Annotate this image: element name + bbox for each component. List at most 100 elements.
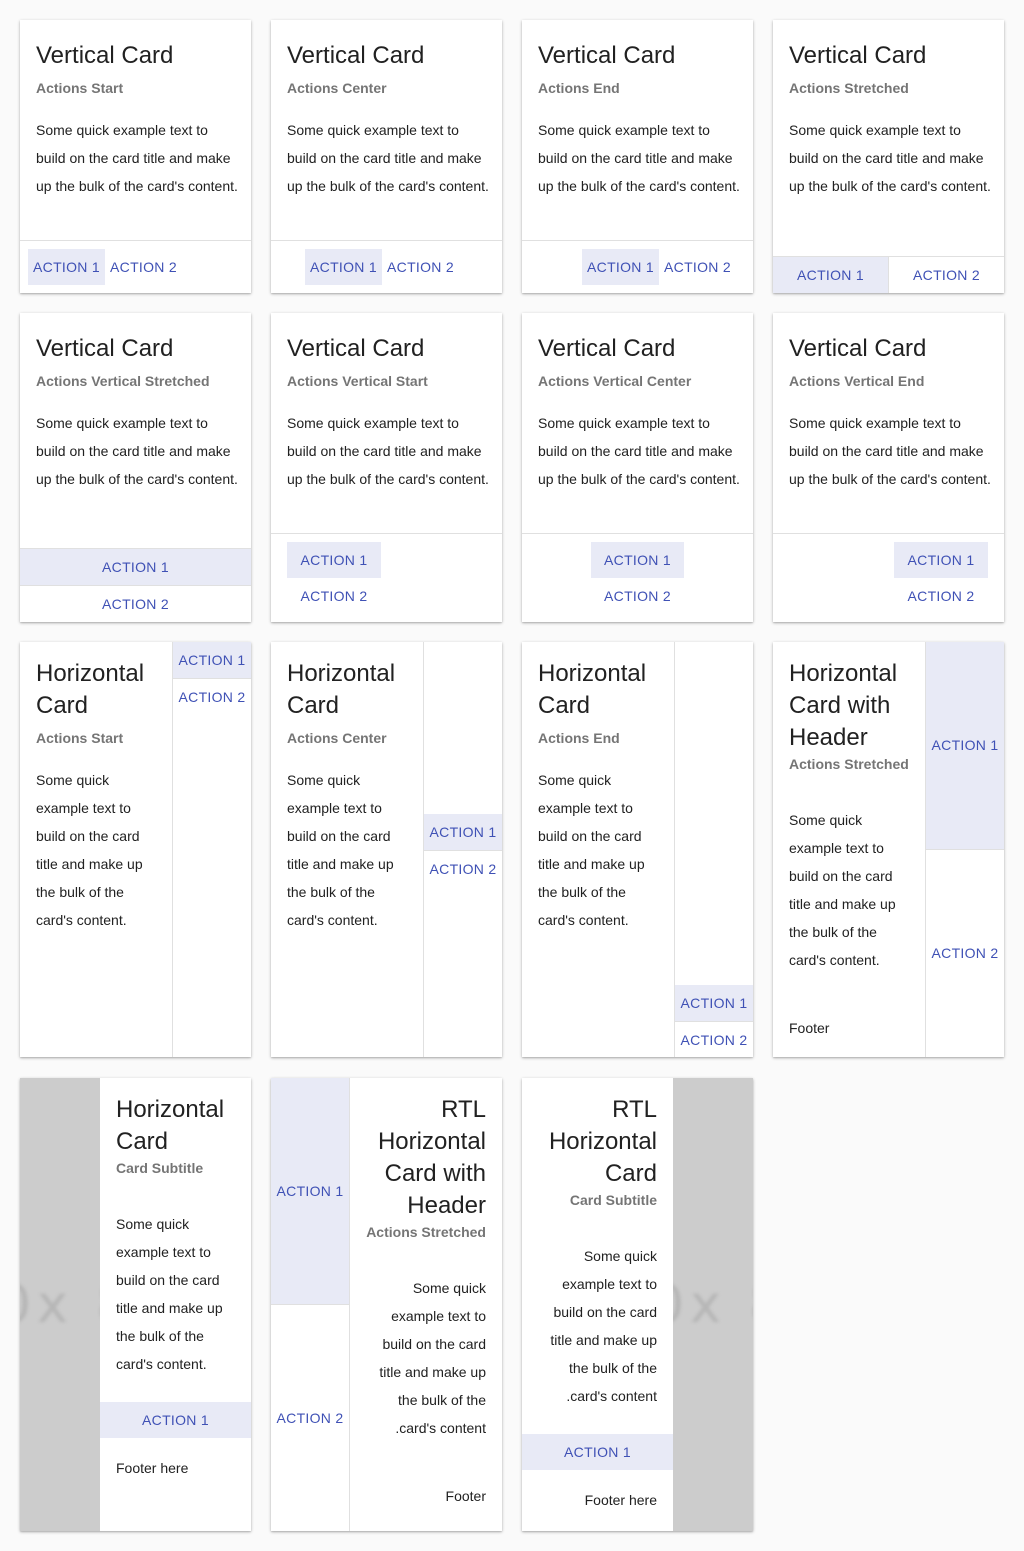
action-1-button[interactable]: ACTION 1 (20, 549, 251, 585)
action-2-button[interactable]: ACTION 2 (894, 578, 988, 614)
action-1-button[interactable]: ACTION 1 (305, 249, 382, 285)
card-rtl-horizontal-with-header: ACTION 1 ACTION 2 RTL Horizontal Card wi… (271, 1078, 502, 1531)
card-subtitle: Actions Stretched (789, 80, 909, 96)
card-vertical-actions-vertical-start: Vertical Card Actions Vertical Start Som… (271, 313, 502, 622)
action-2-button[interactable]: ACTION 2 (20, 586, 251, 622)
card-title: Vertical Card (789, 335, 927, 362)
card-title: RTL Horizontal Card with Header (377, 1096, 486, 1219)
action-2-button[interactable]: ACTION 2 (591, 578, 684, 614)
card-subtitle: Actions End (538, 80, 620, 96)
card-text: Some quick example text to build on the … (36, 415, 238, 487)
action-1-button[interactable]: ACTION 1 (173, 642, 251, 678)
card-text: Some quick example text to build on the … (287, 415, 489, 487)
card-title: Vertical Card (287, 335, 425, 362)
card-text: Some quick example text to build on the … (287, 122, 489, 194)
card-rtl-horizontal-media: RTL Horizontal Card Card Subtitle Some q… (522, 1078, 753, 1531)
card-text: Some quick example text to build on the … (287, 772, 394, 928)
action-1-button[interactable]: ACTION 1 (582, 249, 659, 285)
card-subtitle: Card Subtitle (116, 1160, 204, 1176)
card-title: Horizontal Card (36, 660, 145, 719)
card-text: Some quick example text to build on the … (36, 772, 143, 928)
card-horizontal-with-header: Horizontal Card with Header Actions Stre… (773, 642, 1004, 1057)
action-2-button[interactable]: ACTION 2 (287, 578, 381, 614)
action-1-button[interactable]: ACTION 1 (773, 257, 888, 293)
card-text: Some quick example text to build on the … (538, 122, 740, 194)
card-title: Horizontal Card (287, 660, 396, 719)
divider (20, 240, 251, 241)
action-2-button[interactable]: ACTION 2 (382, 249, 459, 285)
card-horizontal-actions-end: Horizontal Card Actions End Some quick e… (522, 642, 753, 1057)
card-text: Some quick example text to build on the … (789, 122, 991, 194)
action-1-button[interactable]: ACTION 1 (424, 814, 502, 850)
card-title: Vertical Card (287, 42, 425, 69)
divider (522, 240, 753, 241)
card-subtitle: Card Subtitle (569, 1192, 657, 1208)
card-subtitle: Actions Start (36, 730, 124, 746)
card-vertical-actions-vertical-stretched: Vertical Card Actions Vertical Stretched… (20, 313, 251, 622)
card-footer: Footer (789, 1020, 830, 1036)
card-title: Horizontal Card (116, 1096, 225, 1155)
card-footer: Footer (445, 1488, 486, 1504)
card-horizontal-actions-start: Horizontal Card Actions Start Some quick… (20, 642, 251, 1057)
card-horizontal-actions-center: Horizontal Card Actions Center Some quic… (271, 642, 502, 1057)
card-subtitle: Actions Start (36, 80, 124, 96)
action-2-button[interactable]: ACTION 2 (675, 1022, 753, 1057)
action-1-button[interactable]: ACTION 1 (287, 542, 381, 578)
action-2-button[interactable]: ACTION 2 (659, 249, 736, 285)
divider (349, 1078, 350, 1531)
card-title: Horizontal Card (538, 660, 647, 719)
card-title: Vertical Card (36, 335, 174, 362)
card-text: Some quick example text to build on the … (36, 122, 238, 194)
action-1-button[interactable]: ACTION 1 (271, 1078, 349, 1304)
card-vertical-actions-vertical-end: Vertical Card Actions Vertical End Some … (773, 313, 1004, 622)
card-title: Vertical Card (538, 335, 676, 362)
action-1-button[interactable]: ACTION 1 (522, 1434, 673, 1470)
card-text: Some quick example text to build on the … (538, 415, 740, 487)
card-text: Some quick example text to build on the … (789, 812, 896, 968)
card-title: Vertical Card (789, 42, 927, 69)
card-subtitle: Actions Center (287, 80, 387, 96)
card-vertical-actions-vertical-center: Vertical Card Actions Vertical Center So… (522, 313, 753, 622)
card-subtitle: Actions Vertical Center (538, 373, 692, 389)
action-1-button[interactable]: ACTION 1 (28, 249, 105, 285)
card-footer: Footer here (116, 1460, 189, 1476)
card-subtitle: Actions Stretched (789, 756, 909, 772)
action-2-button[interactable]: ACTION 2 (271, 1305, 349, 1531)
divider (522, 533, 753, 534)
action-1-button[interactable]: ACTION 1 (894, 542, 988, 578)
card-vertical-actions-end: Vertical Card Actions End Some quick exa… (522, 20, 753, 293)
card-title: Horizontal Card with Header (789, 660, 898, 751)
card-subtitle: Actions Stretched (366, 1224, 486, 1240)
card-text: Some quick example text to build on the … (379, 1280, 486, 1436)
card-title: Vertical Card (538, 42, 676, 69)
card-subtitle: Actions Vertical End (789, 373, 925, 389)
divider (271, 533, 502, 534)
card-text: Some quick example text to build on the … (116, 1216, 223, 1372)
card-subtitle: Actions Vertical Start (287, 373, 428, 389)
card-subtitle: Actions Vertical Stretched (36, 373, 210, 389)
action-1-button[interactable]: ACTION 1 (675, 985, 753, 1021)
card-title: Vertical Card (36, 42, 174, 69)
card-horizontal-media: 0x 8 Horizontal Card Card Subtitle Some … (20, 1078, 251, 1531)
card-vertical-actions-stretched: Vertical Card Actions Stretched Some qui… (773, 20, 1004, 293)
card-subtitle: Actions Center (287, 730, 387, 746)
divider (773, 533, 1004, 534)
card-vertical-actions-center: Vertical Card Actions Center Some quick … (271, 20, 502, 293)
card-text: Some quick example text to build on the … (550, 1248, 657, 1404)
action-2-button[interactable]: ACTION 2 (105, 249, 182, 285)
card-footer: Footer here (584, 1492, 657, 1508)
action-2-button[interactable]: ACTION 2 (926, 850, 1004, 1057)
card-text: Some quick example text to build on the … (538, 772, 645, 928)
card-text: Some quick example text to build on the … (789, 415, 991, 487)
action-1-button[interactable]: ACTION 1 (926, 642, 1004, 849)
card-title: RTL Horizontal Card (548, 1096, 657, 1187)
media-placeholder-text: 0x 8 (673, 1274, 753, 1335)
action-2-button[interactable]: ACTION 2 (173, 679, 251, 715)
action-1-button[interactable]: ACTION 1 (591, 542, 684, 578)
action-2-button[interactable]: ACTION 2 (889, 257, 1004, 293)
media-placeholder-text: 0x 8 (20, 1274, 100, 1335)
divider (271, 240, 502, 241)
media-image: 0x 8 (20, 1078, 100, 1531)
action-2-button[interactable]: ACTION 2 (424, 851, 502, 887)
action-1-button[interactable]: ACTION 1 (100, 1402, 251, 1438)
